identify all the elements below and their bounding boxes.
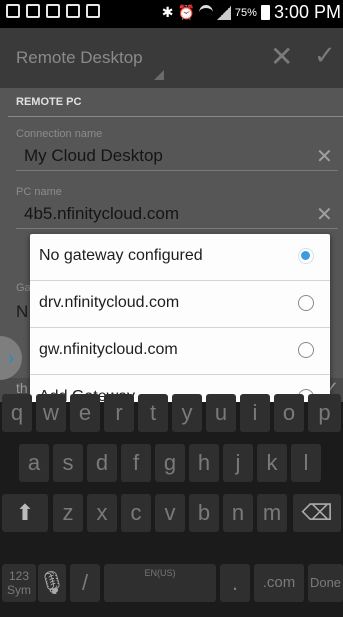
- key-w[interactable]: w: [36, 394, 66, 432]
- field-underline: [16, 170, 338, 171]
- key-s[interactable]: s: [53, 444, 83, 482]
- shift-key[interactable]: ⬆: [2, 494, 48, 532]
- key-l[interactable]: l: [291, 444, 321, 482]
- section-header: REMOTE PC: [16, 96, 82, 108]
- app-title: Remote Desktop: [16, 48, 143, 67]
- key-p[interactable]: p: [308, 394, 341, 432]
- action-bar: Remote Desktop ✕ ✓: [0, 28, 343, 88]
- connection-name-label: Connection name: [16, 128, 103, 140]
- key-h[interactable]: h: [189, 444, 219, 482]
- key-y[interactable]: y: [172, 394, 202, 432]
- pc-name-label: PC name: [16, 186, 62, 198]
- image-icon: [46, 4, 60, 18]
- pc-name-field[interactable]: 4b5.nfinitycloud.com: [24, 204, 179, 224]
- clear-icon[interactable]: ✕: [316, 144, 333, 169]
- bluetooth-icon: ✱: [161, 4, 174, 20]
- key-t[interactable]: t: [138, 394, 168, 432]
- soft-keyboard: q w e r t y u i o p a s d f g h j k l ⬆ …: [0, 394, 343, 617]
- signal-icon: [216, 5, 231, 20]
- option-label: drv.nfinitycloud.com: [39, 294, 180, 311]
- key-e[interactable]: e: [70, 394, 100, 432]
- key-v[interactable]: v: [155, 494, 185, 532]
- settings-icon: [66, 4, 80, 18]
- key-i[interactable]: i: [240, 394, 270, 432]
- radio-icon[interactable]: [298, 342, 314, 358]
- battery-percent: 75%: [234, 6, 257, 19]
- key-d[interactable]: d: [87, 444, 117, 482]
- key-u[interactable]: u: [206, 394, 236, 432]
- status-bar: ✱ ⏰ 75% 3:00 PM: [0, 0, 343, 28]
- slash-key[interactable]: /: [70, 564, 100, 602]
- radio-selected-icon[interactable]: [298, 248, 314, 264]
- gateway-option[interactable]: gw.nfinitycloud.com: [30, 328, 330, 375]
- check-icon[interactable]: ✓: [314, 40, 336, 71]
- symbols-key[interactable]: 123 Sym: [2, 564, 36, 602]
- close-icon[interactable]: ✕: [270, 40, 293, 73]
- key-n[interactable]: n: [223, 494, 253, 532]
- space-key[interactable]: EN(US): [104, 564, 216, 602]
- key-k[interactable]: k: [257, 444, 287, 482]
- gateway-field[interactable]: N: [16, 302, 28, 322]
- key-x[interactable]: x: [87, 494, 117, 532]
- key-r[interactable]: r: [104, 394, 134, 432]
- microphone-icon[interactable]: 🎙: [38, 564, 66, 602]
- done-key[interactable]: Done: [308, 564, 343, 602]
- key-z[interactable]: z: [53, 494, 83, 532]
- spinner-indicator-icon: [154, 70, 164, 80]
- wifi-icon: [198, 5, 213, 20]
- key-o[interactable]: o: [274, 394, 304, 432]
- dotcom-key[interactable]: .com: [254, 564, 304, 602]
- status-right: ✱ ⏰ 75% 3:00 PM: [162, 2, 341, 23]
- gateway-option[interactable]: No gateway configured: [30, 234, 330, 281]
- battery-icon: [260, 5, 270, 20]
- clock: 3:00 PM: [273, 2, 341, 22]
- tools-icon: [26, 4, 40, 18]
- key-q[interactable]: q: [2, 394, 32, 432]
- backspace-key[interactable]: ⌫: [293, 494, 341, 532]
- notification-icon: [6, 4, 20, 18]
- alarm-icon: ⏰: [177, 4, 195, 20]
- key-g[interactable]: g: [155, 444, 185, 482]
- key-f[interactable]: f: [121, 444, 151, 482]
- clear-icon[interactable]: ✕: [316, 202, 333, 227]
- key-a[interactable]: a: [19, 444, 49, 482]
- field-underline: [16, 228, 338, 229]
- notification-icons: [6, 4, 100, 18]
- radio-icon[interactable]: [298, 295, 314, 311]
- option-label: gw.nfinitycloud.com: [39, 341, 178, 358]
- space-label: EN(US): [144, 568, 176, 578]
- key-j[interactable]: j: [223, 444, 253, 482]
- option-label: No gateway configured: [39, 247, 203, 264]
- gateway-label: Ga: [16, 282, 31, 294]
- voicemail-icon: [86, 4, 100, 18]
- section-divider: [8, 116, 343, 117]
- connection-name-field[interactable]: My Cloud Desktop: [24, 146, 163, 166]
- period-key[interactable]: .: [220, 564, 250, 602]
- gateway-option[interactable]: drv.nfinitycloud.com: [30, 281, 330, 328]
- key-b[interactable]: b: [189, 494, 219, 532]
- key-c[interactable]: c: [121, 494, 151, 532]
- key-m[interactable]: m: [257, 494, 287, 532]
